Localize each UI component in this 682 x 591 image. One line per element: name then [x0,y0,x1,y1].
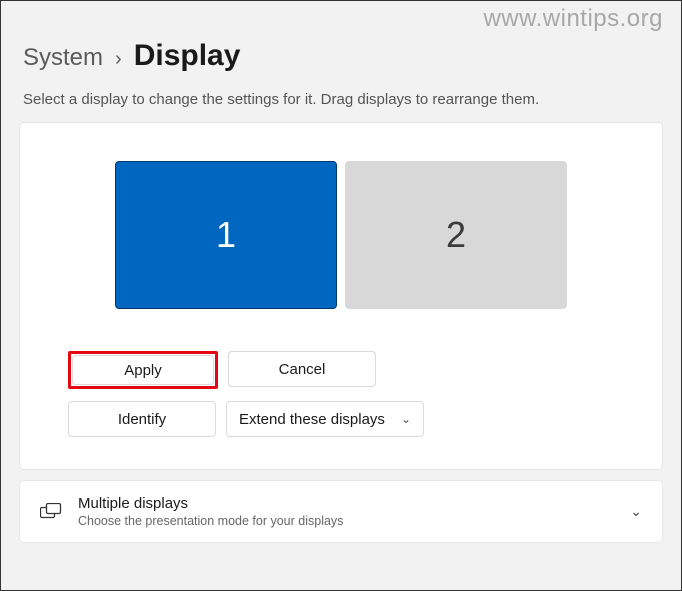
section-title: Multiple displays [78,495,343,512]
identify-mode-row: Identify Extend these displays ⌄ [68,401,614,437]
identify-button[interactable]: Identify [68,401,216,437]
helper-text: Select a display to change the settings … [1,81,681,122]
display-tile-label: 1 [216,214,236,256]
multiple-displays-icon [40,503,62,521]
display-tile-label: 2 [446,214,466,256]
chevron-down-icon[interactable]: ⌄ [630,503,642,520]
chevron-down-icon: ⌄ [401,412,411,426]
display-mode-label: Extend these displays [239,411,385,428]
page-title: Display [134,39,241,73]
display-tile-1[interactable]: 1 [115,161,337,309]
section-subtitle: Choose the presentation mode for your di… [78,514,343,528]
highlight-frame: Apply [68,351,218,389]
multiple-displays-section[interactable]: Multiple displays Choose the presentatio… [19,480,663,543]
apply-button[interactable]: Apply [72,355,214,385]
apply-cancel-row: Apply Cancel [68,351,614,389]
cancel-button[interactable]: Cancel [228,351,376,387]
display-arrangement-area[interactable]: 1 2 [48,161,634,309]
display-mode-select[interactable]: Extend these displays ⌄ [226,401,424,437]
breadcrumb-parent[interactable]: System [23,44,103,72]
display-arrangement-card: 1 2 Apply Cancel Identify Extend these d… [19,122,663,470]
display-tile-2[interactable]: 2 [345,161,567,309]
chevron-right-icon: › [115,48,122,71]
multiple-displays-text: Multiple displays Choose the presentatio… [78,495,343,528]
watermark-text: www.wintips.org [483,5,663,33]
